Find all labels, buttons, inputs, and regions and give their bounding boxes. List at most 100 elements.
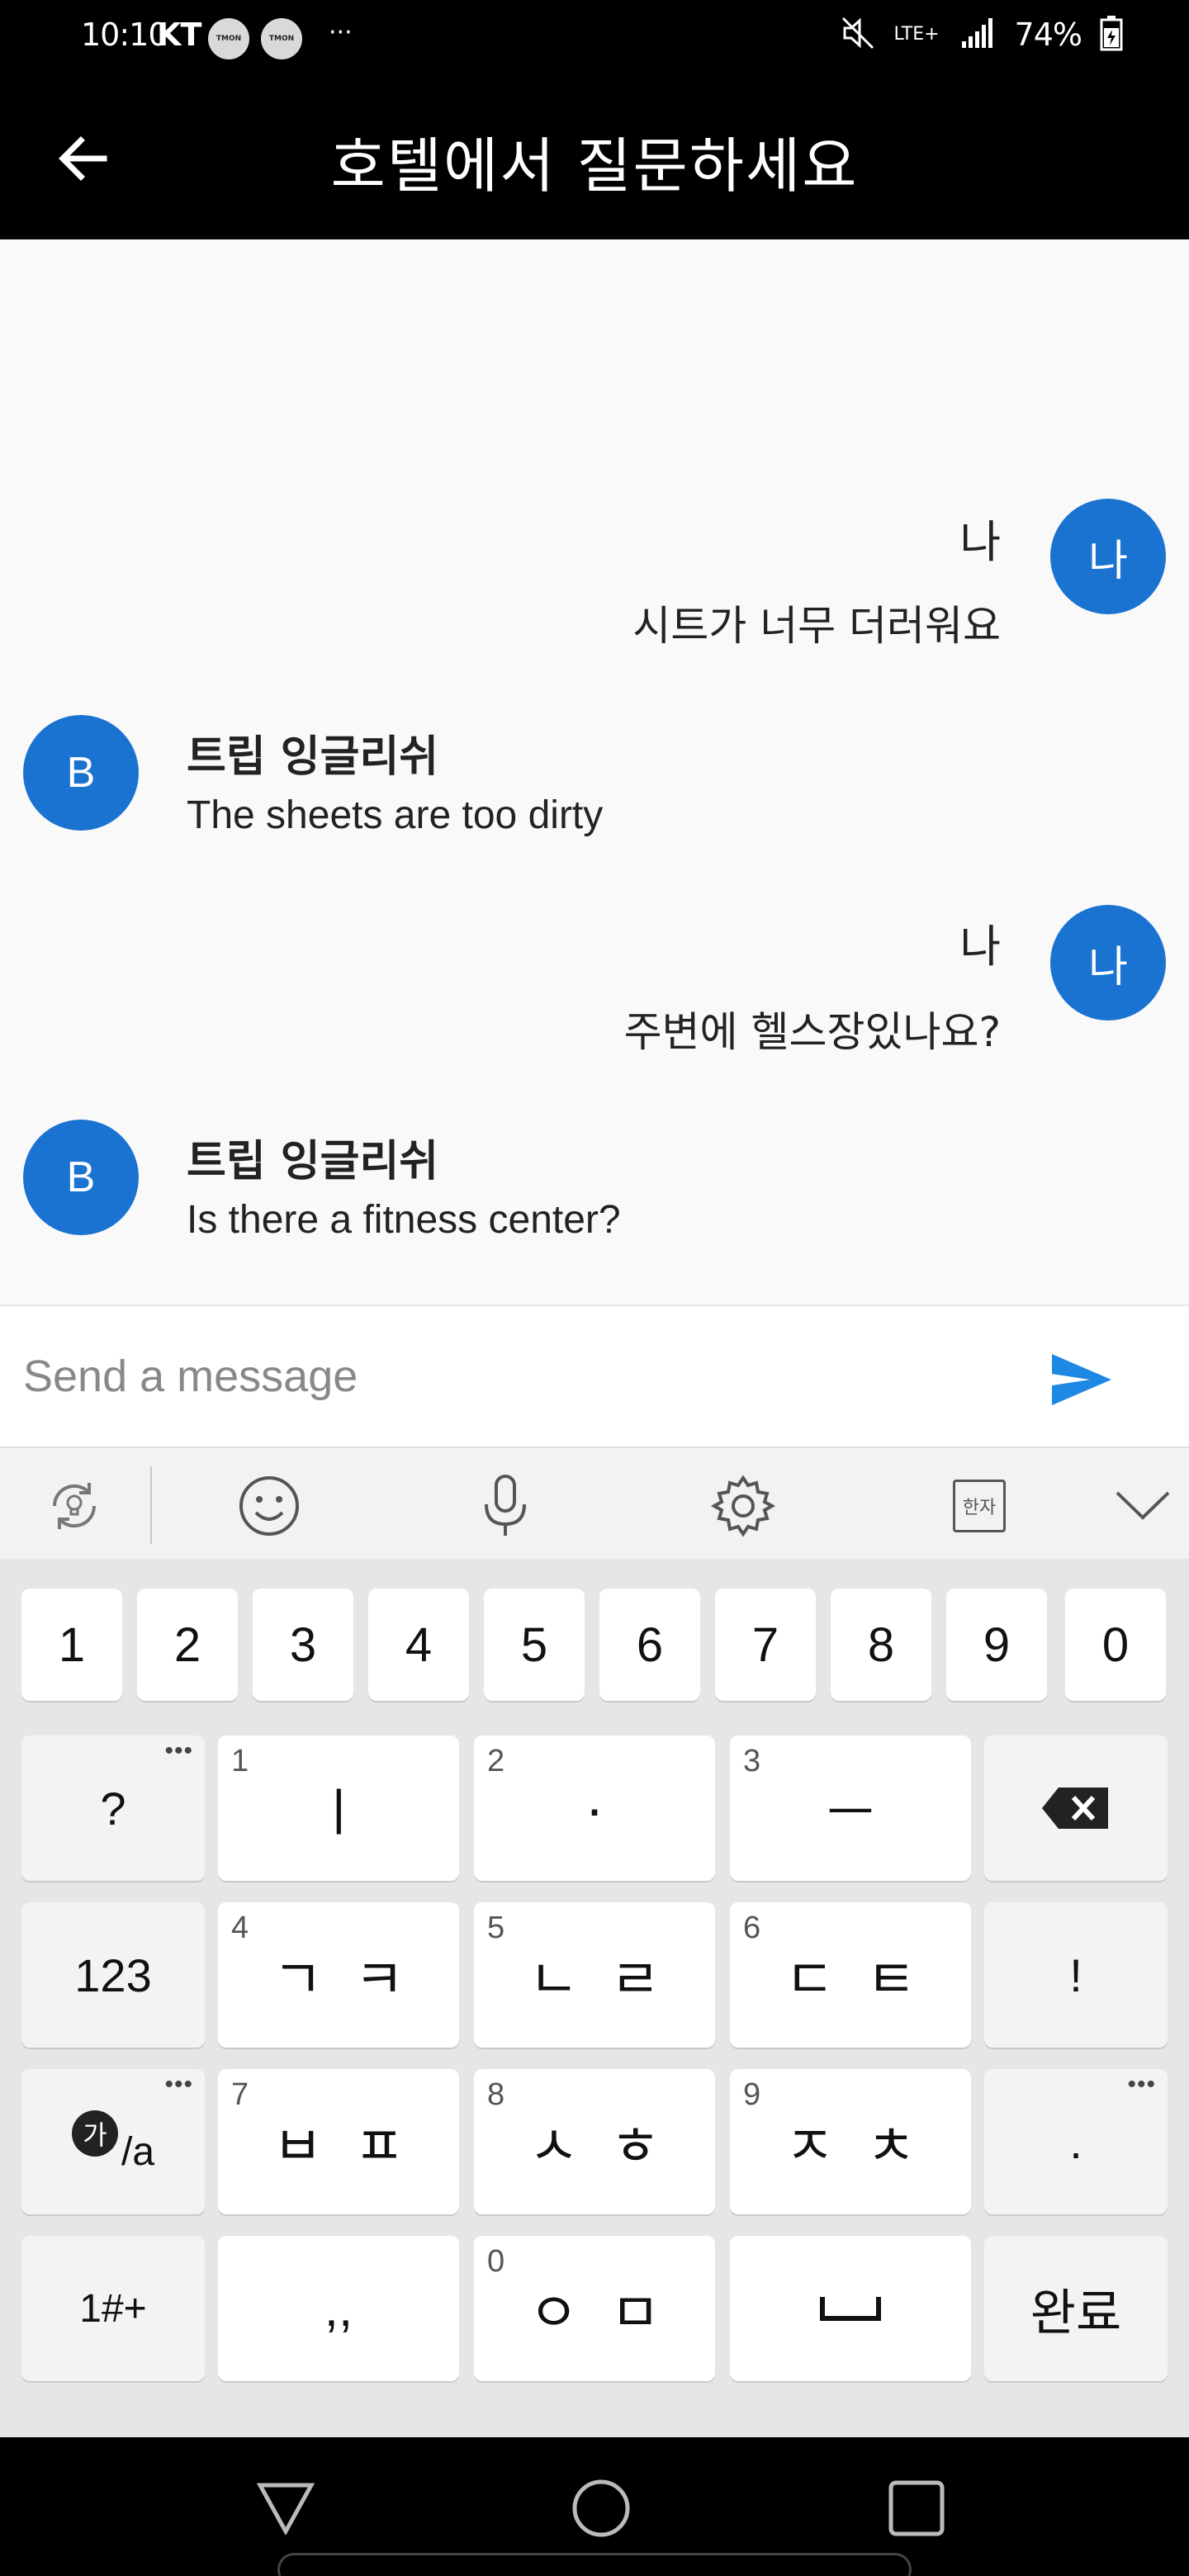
key-sub-number: 4	[231, 1911, 249, 1945]
key-7[interactable]: 7	[715, 1589, 816, 1701]
message-sender-name: 나	[959, 921, 1001, 973]
key-sub-number: 2	[487, 1744, 505, 1778]
key-label: ·	[585, 1776, 604, 1840]
key-vowel-i[interactable]: 1 ㅣ	[218, 1735, 459, 1881]
key-3[interactable]: 3	[253, 1589, 353, 1701]
collapse-keyboard-chevron-icon[interactable]	[1110, 1473, 1176, 1539]
toolbar-divider	[150, 1466, 152, 1544]
battery-percent: 74%	[1014, 17, 1082, 53]
key-label: ㄷㅌ	[784, 1948, 948, 2011]
key-label: ?	[100, 1782, 126, 1835]
key-consonant-giyeok[interactable]: 4 ㄱㅋ	[218, 1902, 459, 2048]
message-text: 시트가 너무 더러워요	[632, 602, 1001, 650]
emoji-icon[interactable]	[236, 1473, 302, 1539]
key-label-english: /a	[121, 2129, 155, 2174]
more-notifications-icon: ···	[329, 18, 353, 47]
key-label: ㅡ	[827, 1785, 874, 1842]
microphone-icon[interactable]	[472, 1473, 538, 1539]
keyboard: 1 2 3 4 5 6 7 8 9 0 ••• ? 1 ㅣ 2 · 3 ㅡ 12…	[0, 1559, 1189, 2437]
more-options-dots: •••	[1127, 2071, 1156, 2098]
key-label: ㅣ	[315, 1785, 362, 1842]
avatar: 나	[1050, 499, 1166, 614]
key-sub-number: 1	[231, 1744, 249, 1778]
more-options-dots: •••	[164, 1737, 193, 1764]
message-composer	[0, 1305, 1189, 1447]
key-label: ㅅㅎ	[528, 2114, 692, 2178]
key-label: .	[1069, 2115, 1082, 2168]
key-sub-number: 0	[487, 2244, 505, 2279]
key-symbols-mode[interactable]: 1#+	[21, 2236, 205, 2381]
key-consonant-nieun[interactable]: 5 ㄴㄹ	[474, 1902, 715, 2048]
lte-icon: LTE+	[893, 24, 940, 45]
key-exclamation[interactable]: !	[984, 1902, 1168, 2048]
key-comma[interactable]: ,,	[218, 2236, 459, 2381]
home-circle-icon[interactable]	[568, 2475, 634, 2541]
key-sub-number: 5	[487, 1911, 505, 1945]
chat-message-list[interactable]: 나 나 시트가 너무 더러워요 B 트립 잉글리쉬 The sheets are…	[0, 239, 1189, 1305]
more-options-dots: •••	[164, 2071, 193, 2098]
message-sender-name: 트립 잉글리쉬	[187, 732, 439, 782]
tmon-notification-icon: TMON	[208, 18, 249, 59]
app-bar: 호텔에서 질문하세요	[0, 79, 1189, 239]
key-question[interactable]: ••• ?	[21, 1735, 205, 1881]
key-8[interactable]: 8	[831, 1589, 931, 1701]
key-5[interactable]: 5	[484, 1589, 585, 1701]
key-consonant-siot[interactable]: 8 ㅅㅎ	[474, 2069, 715, 2214]
tmon-notification-icon: TMON	[261, 18, 302, 59]
key-label: ㄱㅋ	[272, 1948, 436, 2011]
key-0[interactable]: 0	[1065, 1589, 1166, 1701]
message-text: The sheets are too dirty	[187, 793, 604, 837]
key-sub-number: 6	[743, 1911, 761, 1945]
back-triangle-icon[interactable]	[253, 2475, 319, 2541]
key-consonant-bieup[interactable]: 7 ㅂㅍ	[218, 2069, 459, 2214]
key-vowel-dot[interactable]: 2 ·	[474, 1735, 715, 1881]
message-sender-name: 나	[959, 516, 1001, 568]
message-sender-name: 트립 잉글리쉬	[187, 1137, 439, 1186]
mute-icon	[840, 15, 876, 54]
keyboard-toolbar: 한자	[0, 1447, 1189, 1559]
backspace-key[interactable]	[984, 1735, 1168, 1881]
status-bar: 10:10 KT TMON TMON ··· LTE+ 74%	[0, 0, 1189, 79]
key-sub-number: 8	[487, 2077, 505, 2112]
key-4[interactable]: 4	[368, 1589, 469, 1701]
status-carrier: KT	[157, 17, 201, 53]
key-consonant-ieung[interactable]: 0 ㅇㅁ	[474, 2236, 715, 2381]
key-vowel-eu[interactable]: 3 ㅡ	[730, 1735, 971, 1881]
key-123-mode[interactable]: 123	[21, 1902, 205, 2048]
message-input[interactable]	[23, 1339, 997, 1413]
key-9[interactable]: 9	[946, 1589, 1047, 1701]
key-label: ㅇㅁ	[528, 2281, 692, 2345]
key-consonant-digeut[interactable]: 6 ㄷㅌ	[730, 1902, 971, 2048]
avatar: B	[23, 1120, 139, 1235]
bixby-sync-icon[interactable]	[41, 1473, 107, 1539]
hanja-icon[interactable]: 한자	[946, 1473, 1012, 1539]
space-key[interactable]	[730, 2236, 971, 2381]
key-label: ㄴㄹ	[528, 1948, 692, 2011]
key-sub-number: 7	[231, 2077, 249, 2112]
message-text: 주변에 헬스장있나요?	[623, 1008, 1001, 1056]
key-sub-number: 9	[743, 2077, 761, 2112]
message-text: Is there a fitness center?	[187, 1198, 621, 1242]
key-period[interactable]: ••• .	[984, 2069, 1168, 2214]
key-language-switch[interactable]: ••• 가 /a	[21, 2069, 205, 2214]
space-icon	[820, 2297, 881, 2321]
key-label: ㅈㅊ	[784, 2114, 948, 2178]
key-2[interactable]: 2	[137, 1589, 238, 1701]
key-1[interactable]: 1	[21, 1589, 122, 1701]
done-key[interactable]: 완료	[984, 2236, 1168, 2381]
status-time: 10:10	[81, 17, 168, 53]
avatar: 나	[1050, 905, 1166, 1020]
avatar: B	[23, 715, 139, 831]
settings-gear-icon[interactable]	[710, 1473, 776, 1539]
key-sub-number: 3	[743, 1744, 761, 1778]
gesture-handle	[277, 2553, 912, 2576]
key-consonant-jieut[interactable]: 9 ㅈㅊ	[730, 2069, 971, 2214]
backspace-icon	[1042, 1788, 1108, 1829]
battery-icon	[1100, 15, 1123, 54]
recent-apps-square-icon[interactable]	[883, 2475, 950, 2541]
hanja-label: 한자	[953, 1480, 1006, 1532]
key-6[interactable]: 6	[599, 1589, 700, 1701]
signal-icon	[960, 17, 997, 53]
send-icon[interactable]	[1049, 1351, 1123, 1417]
page-title: 호텔에서 질문하세요	[330, 131, 859, 201]
